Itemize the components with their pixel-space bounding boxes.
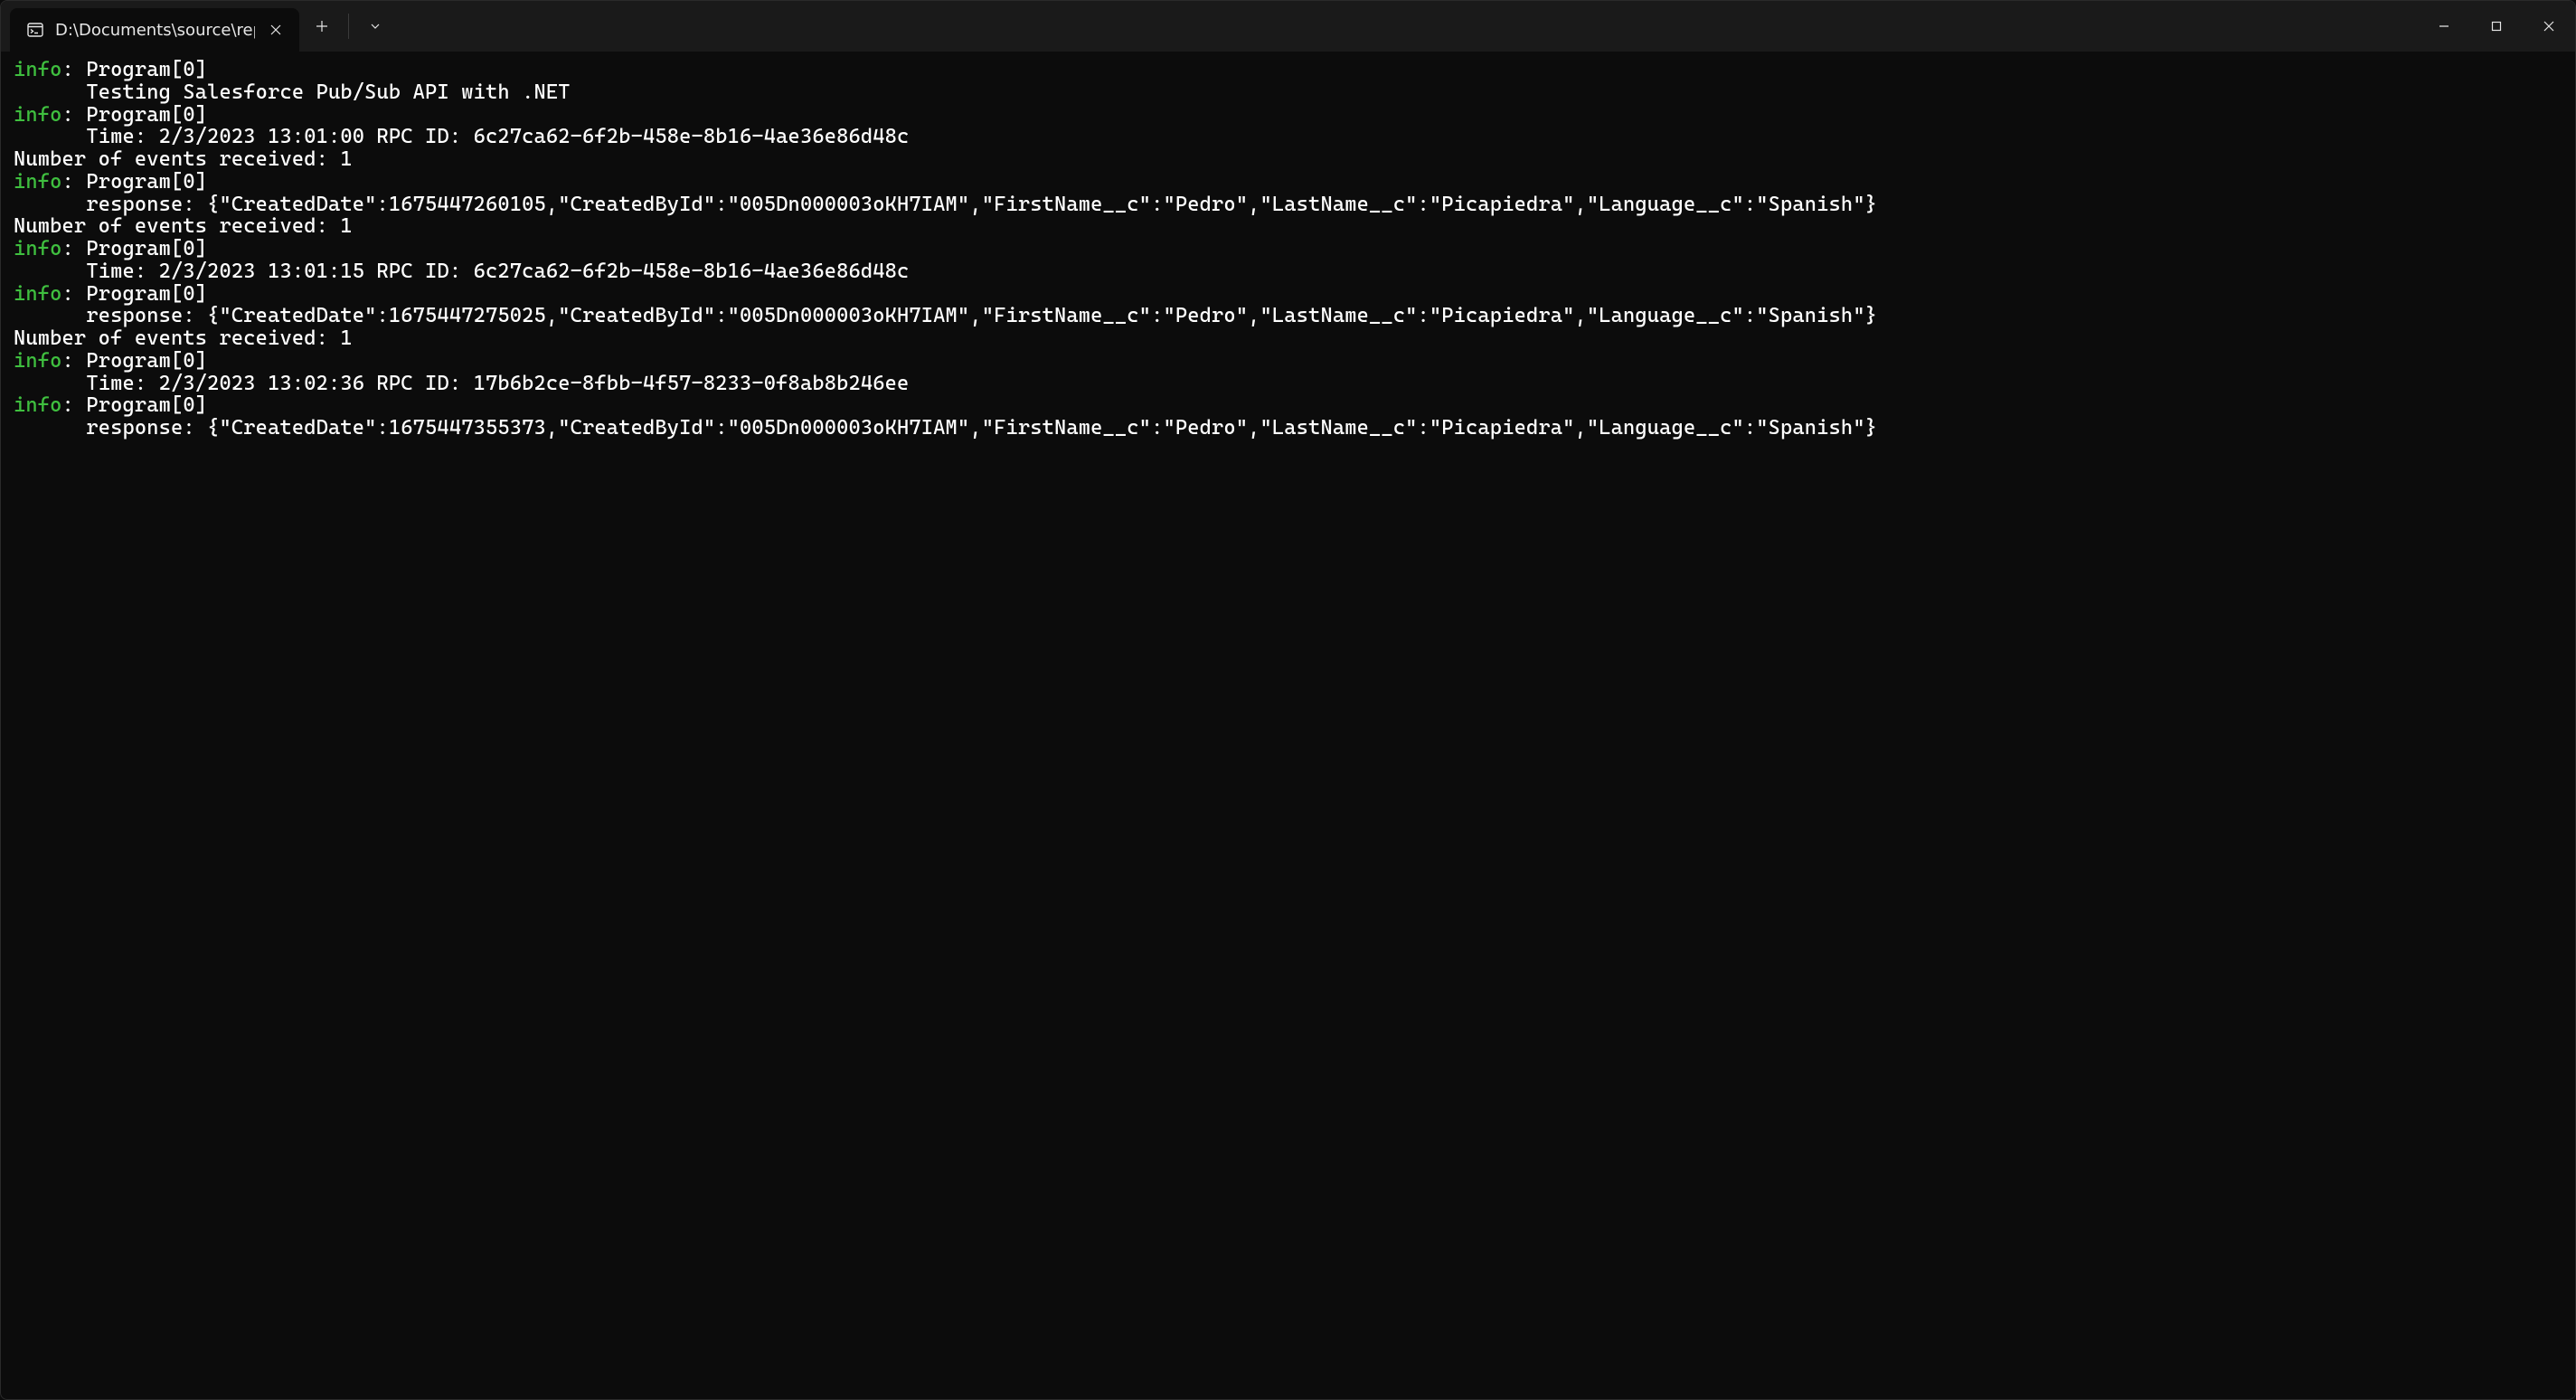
titlebar-separator xyxy=(348,14,349,39)
terminal-output[interactable]: info: Program[0] Testing Salesforce Pub/… xyxy=(1,52,2575,1399)
new-tab-button[interactable] xyxy=(299,1,344,52)
tab-close-button[interactable] xyxy=(266,17,287,43)
terminal-icon xyxy=(26,21,44,39)
terminal-window: D:\Documents\source\repos\S xyxy=(0,0,2576,1400)
titlebar[interactable]: D:\Documents\source\repos\S xyxy=(1,1,2575,52)
minimize-button[interactable] xyxy=(2418,1,2470,52)
maximize-button[interactable] xyxy=(2470,1,2523,52)
tab-title: D:\Documents\source\repos\S xyxy=(55,21,255,40)
titlebar-drag-area[interactable] xyxy=(398,1,2418,52)
close-button[interactable] xyxy=(2523,1,2575,52)
tab-dropdown-button[interactable] xyxy=(353,1,398,52)
tab-active[interactable]: D:\Documents\source\repos\S xyxy=(10,8,299,52)
